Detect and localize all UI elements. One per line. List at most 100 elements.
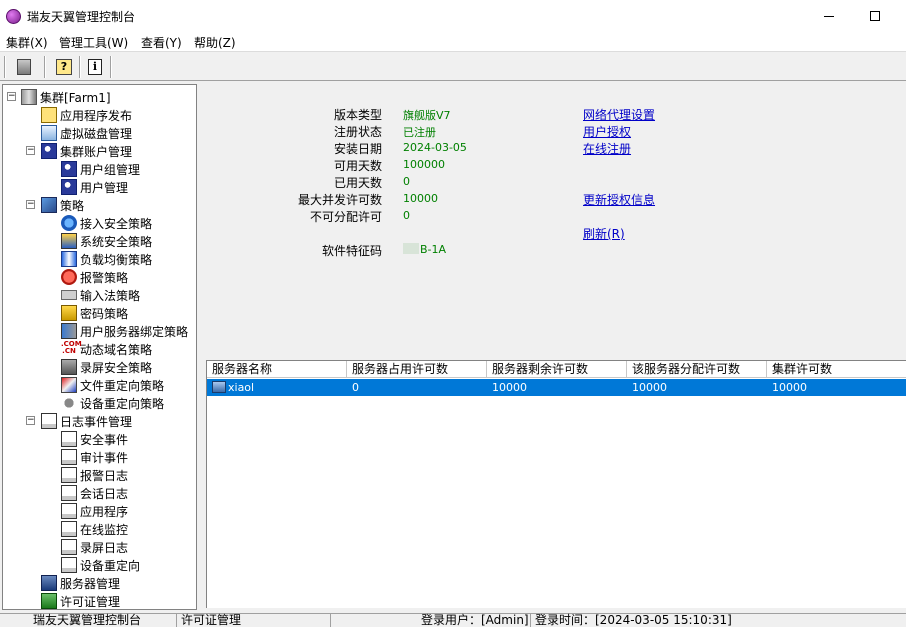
toolbar: ? i (0, 53, 906, 81)
link-user-authorization[interactable]: 用户授权 (583, 123, 631, 140)
toolbar-server-button[interactable] (13, 56, 35, 78)
tree-item-dynamic-domain[interactable]: .COM .CN 动态域名策略 (61, 340, 152, 358)
column-header[interactable]: 集群许可数 (767, 361, 906, 378)
tree-item-device-redirect-log[interactable]: 设备重定向 (61, 556, 140, 574)
info-value-unassignable: 0 (403, 209, 410, 222)
tree-item-session-log[interactable]: 会话日志 (61, 484, 128, 502)
tree-item-security-events[interactable]: 安全事件 (61, 430, 128, 448)
table-cell: 10000 (772, 381, 807, 394)
server-mgmt-icon (41, 575, 57, 591)
app-publish-icon (41, 107, 57, 123)
tree-item-cluster-accounts[interactable]: − 集群账户管理 (23, 142, 132, 160)
tree-item-system-security[interactable]: 系统安全策略 (61, 232, 152, 250)
alarm-icon (61, 269, 77, 285)
info-label-used-days: 已用天数 (333, 176, 382, 190)
window-title: 瑞友天翼管理控制台 (27, 10, 136, 24)
log-icon (61, 485, 77, 501)
status-current-view: 许可证管理 (176, 613, 330, 627)
user-icon (61, 179, 77, 195)
policy-icon (41, 197, 57, 213)
tree-item-screen-record-log[interactable]: 录屏日志 (61, 538, 128, 556)
tree-item-user-groups[interactable]: 用户组管理 (61, 160, 140, 178)
tree-item-server-management[interactable]: 服务器管理 (41, 574, 120, 592)
collapse-icon[interactable]: − (26, 416, 35, 425)
info-label-available-days: 可用天数 (333, 159, 382, 173)
link-online-register[interactable]: 在线注册 (583, 140, 631, 157)
tree-item-log-events[interactable]: − 日志事件管理 (23, 412, 132, 430)
minimize-button[interactable] (806, 0, 852, 32)
tree-item-alarm-log[interactable]: 报警日志 (61, 466, 128, 484)
tree-item-input-method[interactable]: 输入法策略 (61, 286, 140, 304)
system-security-icon (61, 233, 77, 249)
server-license-table: 服务器名称 服务器占用许可数 服务器剩余许可数 该服务器分配许可数 集群许可数 … (206, 360, 906, 608)
info-value-available-days: 100000 (403, 158, 445, 171)
lock-icon (61, 305, 77, 321)
tree-item-app-publish[interactable]: 应用程序发布 (41, 106, 132, 124)
device-icon (61, 395, 77, 411)
info-label-install-date: 安装日期 (333, 142, 382, 156)
info-value-registration: 已注册 (403, 126, 436, 139)
tree-item-audit-events[interactable]: 审计事件 (61, 448, 128, 466)
info-label-registration: 注册状态 (333, 125, 382, 139)
tree-root-farm[interactable]: − 集群[Farm1] (3, 88, 111, 106)
info-value-install-date: 2024-03-05 (403, 141, 467, 154)
farm-icon (21, 89, 37, 105)
bind-icon (61, 323, 77, 339)
menu-view[interactable]: 查看(Y) (141, 34, 182, 51)
server-icon (17, 59, 31, 75)
toolbar-help-button[interactable]: ? (53, 56, 75, 78)
info-label-unassignable: 不可分配许可 (309, 210, 382, 224)
status-login-user: 登录用户：[Admin] (330, 613, 530, 627)
tree-item-users[interactable]: 用户管理 (61, 178, 128, 196)
menu-admin-tools[interactable]: 管理工具(W) (59, 34, 128, 51)
info-label-feature-code: 软件特征码 (321, 244, 382, 258)
tree-item-alarm-policy[interactable]: 报警策略 (61, 268, 128, 286)
help-icon: ? (56, 59, 72, 75)
column-header[interactable]: 服务器名称 (207, 361, 347, 378)
table-cell: xiaol (207, 379, 347, 396)
tree-item-user-server-binding[interactable]: 用户服务器绑定策略 (61, 322, 188, 340)
link-network-proxy[interactable]: 网络代理设置 (583, 106, 655, 123)
tree-item-applications[interactable]: 应用程序 (61, 502, 128, 520)
virtual-disk-icon (41, 125, 57, 141)
collapse-icon[interactable]: − (7, 92, 16, 101)
column-header[interactable]: 服务器占用许可数 (347, 361, 487, 378)
maximize-icon (870, 11, 880, 21)
tree-item-online-monitor[interactable]: 在线监控 (61, 520, 128, 538)
table-row[interactable]: xiaol 0 10000 10000 10000 (207, 379, 906, 396)
link-update-license[interactable]: 更新授权信息 (583, 191, 655, 208)
toolbar-info-button[interactable]: i (84, 56, 106, 78)
log-icon (61, 557, 77, 573)
tree-item-license-management[interactable]: 许可证管理 (41, 592, 120, 609)
status-bar: 瑞友天翼管理控制台 许可证管理 登录用户：[Admin] 登录时间：[2024-… (0, 612, 906, 627)
link-refresh[interactable]: 刷新(R) (583, 225, 625, 242)
toolbar-separator (4, 56, 6, 78)
maximize-button[interactable] (852, 0, 898, 32)
column-header[interactable]: 该服务器分配许可数 (627, 361, 767, 378)
collapse-icon[interactable]: − (26, 200, 35, 209)
info-value-edition: 旗舰版V7 (403, 109, 451, 122)
table-cell: 10000 (632, 381, 667, 394)
menu-cluster[interactable]: 集群(X) (6, 34, 48, 51)
tree-item-load-balance[interactable]: 负载均衡策略 (61, 250, 152, 268)
tree-item-virtual-disk[interactable]: 虚拟磁盘管理 (41, 124, 132, 142)
collapse-icon[interactable]: − (26, 146, 35, 155)
info-icon: i (88, 59, 102, 75)
tree-item-screen-record-security[interactable]: 录屏安全策略 (61, 358, 152, 376)
tree-item-password-policy[interactable]: 密码策略 (61, 304, 128, 322)
log-icon (61, 503, 77, 519)
tree-item-access-security[interactable]: 接入安全策略 (61, 214, 152, 232)
info-value-feature-code: B-1A (403, 243, 446, 256)
log-icon (61, 431, 77, 447)
tree-item-policies[interactable]: − 策略 (23, 196, 84, 214)
app-icon (6, 9, 21, 24)
users-icon (41, 143, 57, 159)
column-header[interactable]: 服务器剩余许可数 (487, 361, 627, 378)
tree-item-device-redirect[interactable]: 设备重定向策略 (61, 394, 164, 412)
tree-item-file-redirect[interactable]: 文件重定向策略 (61, 376, 164, 394)
menu-help[interactable]: 帮助(Z) (194, 34, 236, 51)
title-bar: 瑞友天翼管理控制台 (0, 0, 906, 32)
toolbar-separator (44, 56, 46, 78)
license-icon (41, 593, 57, 609)
log-icon (61, 539, 77, 555)
